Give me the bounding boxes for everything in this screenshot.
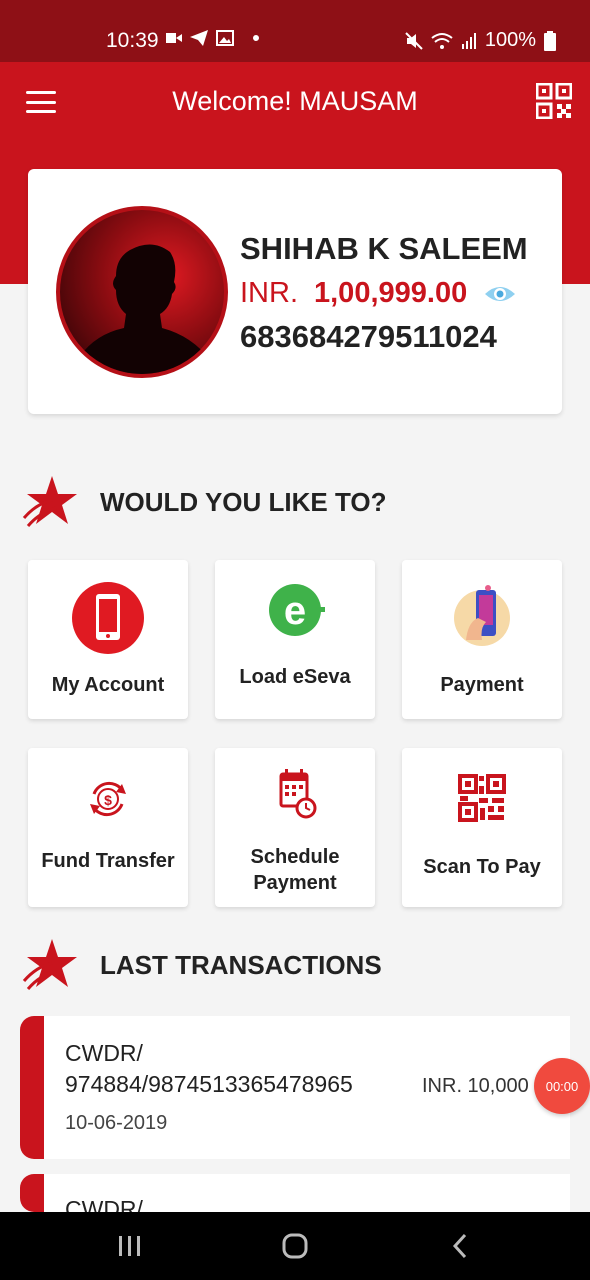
- wifi-icon: [431, 32, 453, 49]
- timer-badge[interactable]: 00:00: [534, 1058, 590, 1114]
- account-number: 683684279511024: [240, 319, 497, 354]
- currency-label: INR.: [240, 277, 298, 309]
- battery-percent: 100%: [484, 29, 536, 51]
- tile-label: My Account: [51, 674, 165, 696]
- transaction-stripe: [20, 1174, 44, 1212]
- mobile-phone-icon: [72, 582, 144, 654]
- dollar-transfer-icon: $: [90, 781, 126, 817]
- eseva-icon: e: [269, 584, 325, 636]
- transaction-type: CWDR/: [65, 1040, 143, 1066]
- section-title: LAST TRANSACTIONS: [100, 949, 382, 980]
- transaction-description: CWDR/: [65, 1194, 143, 1212]
- video-icon: [166, 33, 182, 43]
- transaction-reference: 974884/9874513365478965: [65, 1071, 353, 1097]
- status-bar: 10:39 100%: [0, 0, 590, 62]
- svg-text:e: e: [284, 589, 306, 633]
- account-holder-name: SHIHAB K SALEEM: [240, 231, 528, 266]
- red-star-icon: [22, 476, 77, 527]
- recent-apps-icon[interactable]: [90, 1212, 170, 1280]
- tile-label: Schedule Payment: [250, 846, 340, 894]
- actions-section-header: WOULD YOU LIKE TO?: [22, 474, 386, 530]
- dot-icon: [253, 35, 259, 41]
- system-nav-bar: [0, 1212, 590, 1280]
- mobile-payment-icon: [454, 585, 510, 646]
- red-star-icon: [22, 939, 77, 990]
- status-time: 10:39: [106, 29, 159, 52]
- signal-icon: [461, 32, 476, 49]
- person-silhouette-icon: [74, 244, 210, 374]
- transaction-type: CWDR/: [65, 1196, 143, 1212]
- eye-icon[interactable]: [484, 282, 516, 306]
- transactions-section-header: LAST TRANSACTIONS: [22, 937, 382, 993]
- send-icon: [190, 30, 208, 46]
- transaction-item[interactable]: CWDR/ 974884/9874513365478965 10-06-2019…: [20, 1016, 570, 1159]
- transaction-stripe: [20, 1016, 44, 1159]
- tile-label: Fund Transfer: [41, 850, 175, 872]
- tile-load-eseva[interactable]: e Load eSeva: [215, 560, 375, 719]
- welcome-title: Welcome! MAUSAM: [172, 86, 418, 116]
- tile-label: Payment: [440, 674, 524, 696]
- calendar-clock-icon: [279, 769, 317, 819]
- svg-text:$: $: [104, 792, 112, 808]
- tile-schedule-payment[interactable]: Schedule Payment: [215, 748, 375, 907]
- profile-card: SHIHAB K SALEEM INR. 1,00,999.00 6836842…: [28, 169, 562, 414]
- balance-amount: 1,00,999.00: [314, 277, 468, 309]
- tile-scan-to-pay[interactable]: Scan To Pay: [402, 748, 562, 907]
- tile-fund-transfer[interactable]: $ Fund Transfer: [28, 748, 188, 907]
- battery-icon: [544, 30, 556, 51]
- tile-my-account[interactable]: My Account: [28, 560, 188, 719]
- transaction-date: 10-06-2019: [65, 1112, 168, 1134]
- mute-icon: [405, 31, 423, 50]
- qr-code-icon[interactable]: [536, 83, 572, 119]
- home-icon[interactable]: [255, 1212, 335, 1280]
- image-icon: [216, 30, 234, 46]
- transaction-amount: INR. 10,000: [422, 1075, 529, 1097]
- transaction-description: CWDR/ 974884/9874513365478965: [65, 1038, 353, 1100]
- transaction-item[interactable]: CWDR/: [20, 1174, 570, 1212]
- tile-label: Scan To Pay: [423, 856, 541, 878]
- balance-row: INR. 1,00,999.00: [240, 277, 516, 310]
- tile-label: Load eSeva: [239, 666, 351, 688]
- qr-scan-icon: [458, 774, 506, 822]
- back-icon[interactable]: [420, 1212, 500, 1280]
- section-title: WOULD YOU LIKE TO?: [100, 486, 387, 517]
- avatar: [56, 206, 228, 378]
- tile-payment[interactable]: Payment: [402, 560, 562, 719]
